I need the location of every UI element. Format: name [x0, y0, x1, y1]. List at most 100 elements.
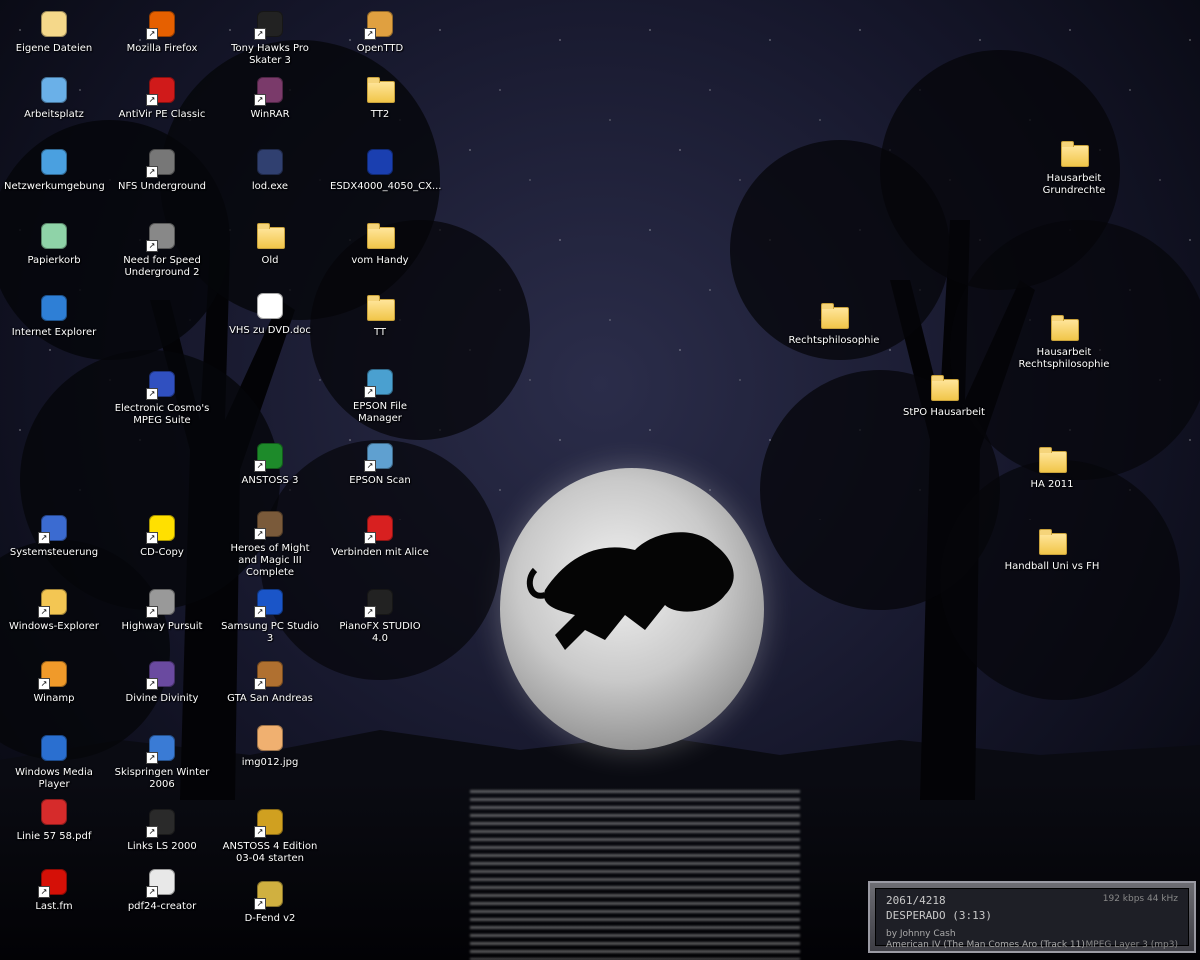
shortcut-arrow-icon: ↗ [146, 166, 158, 178]
shortcut-arrow-icon: ↗ [146, 886, 158, 898]
desktop-icon[interactable]: ↗ Tony Hawks Pro Skater 3 [220, 8, 320, 67]
divinity-icon: ↗ [146, 658, 178, 690]
desktop-icon-label: Systemsteuerung [9, 547, 99, 558]
desktop-icon[interactable]: TT [330, 292, 430, 339]
desktop-icon-label: vom Handy [351, 255, 409, 266]
desktop-icon[interactable]: ↗ Electronic Cosmo's MPEG Suite [112, 368, 212, 427]
desktop-icon[interactable]: ↗ Heroes of Might and Magic III Complete [220, 508, 320, 579]
desktop-icon[interactable]: ↗ Systemsteuerung [4, 512, 104, 559]
track-title: DESPERADO (3:13) [886, 909, 992, 922]
desktop-icon[interactable]: ↗ EPSON File Manager [330, 366, 430, 425]
desktop-icon-label: Eigene Dateien [15, 43, 93, 54]
desktop-icon-label: Mozilla Firefox [126, 43, 198, 54]
shortcut-arrow-icon: ↗ [38, 532, 50, 544]
ie-icon [38, 292, 70, 324]
desktop-icon[interactable]: Old [220, 220, 320, 267]
desktop-icon[interactable]: Handball Uni vs FH [1002, 526, 1102, 573]
dfend-icon: ↗ [254, 878, 286, 910]
desktop-icon[interactable]: vom Handy [330, 220, 430, 267]
desktop-icon-label: Arbeitsplatz [24, 109, 84, 120]
folder-icon [254, 220, 286, 252]
desktop-icon[interactable]: HA 2011 [1002, 444, 1102, 491]
desktop-icon[interactable]: ↗ Mozilla Firefox [112, 8, 212, 55]
playlist-counter: 2061/4218 [886, 894, 946, 907]
desktop-icon[interactable]: ↗ Links LS 2000 [112, 806, 212, 853]
shortcut-arrow-icon: ↗ [364, 460, 376, 472]
desktop-icon[interactable]: ↗ AntiVir PE Classic [112, 74, 212, 121]
anstoss3-icon: ↗ [254, 440, 286, 472]
shortcut-arrow-icon: ↗ [254, 898, 266, 910]
desktop-icon[interactable]: TT2 [330, 74, 430, 121]
desktop-icon-label: Verbinden mit Alice [331, 547, 429, 558]
track-artist: by Johnny Cash [886, 929, 956, 939]
desktop-icon[interactable]: ↗ Highway Pursuit [112, 586, 212, 633]
desktop-icon[interactable]: ↗ OpenTTD [330, 8, 430, 55]
desktop-icon[interactable]: ↗ CD-Copy [112, 512, 212, 559]
desktop-icon[interactable]: ↗ Verbinden mit Alice [330, 512, 430, 559]
my-computer-icon [38, 74, 70, 106]
desktop-icon-label: img012.jpg [241, 757, 299, 768]
desktop-icon-label: CD-Copy [140, 547, 184, 558]
desktop-icon[interactable]: ↗ Winamp [4, 658, 104, 705]
desktop-icon[interactable]: ↗ Last.fm [4, 866, 104, 913]
desktop-icon-label: Linie 57 58.pdf [16, 831, 92, 842]
desktop-icon[interactable]: Hausarbeit Grundrechte [1024, 138, 1124, 197]
desktop-icon-label: Hausarbeit Rechtsphilosophie [1018, 347, 1110, 370]
desktop-icon-label: D-Fend v2 [244, 913, 296, 924]
desktop-icon[interactable]: Netzwerkumgebung [4, 146, 105, 193]
desktop-icon[interactable]: VHS zu DVD.doc [220, 290, 320, 337]
shortcut-arrow-icon: ↗ [38, 606, 50, 618]
winamp-player[interactable]: 2061/4218 DESPERADO (3:13) by Johnny Cas… [868, 881, 1196, 953]
desktop-icon[interactable]: ESDX4000_4050_CX... [330, 146, 441, 193]
alice-icon: ↗ [364, 512, 396, 544]
desktop-icon[interactable]: ↗ pdf24-creator [112, 866, 212, 913]
desktop-icon-label: TT [373, 327, 387, 338]
media-player-icon [38, 732, 70, 764]
shortcut-arrow-icon: ↗ [146, 94, 158, 106]
desktop[interactable]: Eigene Dateien Arbeitsplatz Netzwerkumgebu… [0, 0, 1200, 960]
desktop-icon[interactable]: ↗ PianoFX STUDIO 4.0 [330, 586, 430, 645]
folder-icon [1036, 444, 1068, 476]
desktop-icon[interactable]: Rechtsphilosophie [784, 300, 884, 347]
desktop-icon[interactable]: ↗ Windows-Explorer [4, 586, 104, 633]
shortcut-arrow-icon: ↗ [146, 826, 158, 838]
lod-icon [254, 146, 286, 178]
desktop-icon[interactable]: Internet Explorer [4, 292, 104, 339]
control-panel-icon: ↗ [38, 512, 70, 544]
desktop-icon-label: NFS Underground [117, 181, 207, 192]
desktop-icon[interactable]: lod.exe [220, 146, 320, 193]
desktop-icon-label: TT2 [370, 109, 390, 120]
desktop-icon[interactable]: ↗ ANSTOSS 4 Edition 03-04 starten [220, 806, 320, 865]
desktop-icon[interactable]: ↗ ANSTOSS 3 [220, 440, 320, 487]
desktop-icon[interactable]: StPO Hausarbeit [894, 372, 994, 419]
desktop-icon[interactable]: ↗ NFS Underground [112, 146, 212, 193]
desktop-icon-label: Hausarbeit Grundrechte [1042, 173, 1106, 196]
shortcut-arrow-icon: ↗ [38, 886, 50, 898]
desktop-icon[interactable]: ↗ Skispringen Winter 2006 [112, 732, 212, 791]
desktop-icon[interactable]: img012.jpg [220, 722, 320, 769]
anstoss4-icon: ↗ [254, 806, 286, 838]
desktop-icon[interactable]: ↗ Samsung PC Studio 3 [220, 586, 320, 645]
desktop-icon[interactable]: Hausarbeit Rechtsphilosophie [1014, 312, 1114, 371]
image-icon [254, 722, 286, 754]
nfs2-icon: ↗ [146, 220, 178, 252]
desktop-icon[interactable]: Linie 57 58.pdf [4, 796, 104, 843]
smiley-icon: ↗ [146, 512, 178, 544]
desktop-icon[interactable]: Papierkorb [4, 220, 104, 267]
epson-scan-icon: ↗ [364, 440, 396, 472]
desktop-icon[interactable]: ↗ D-Fend v2 [220, 878, 320, 925]
desktop-icon[interactable]: ↗ WinRAR [220, 74, 320, 121]
highway-icon: ↗ [146, 586, 178, 618]
desktop-icon[interactable]: Windows Media Player [4, 732, 104, 791]
desktop-icon[interactable]: ↗ EPSON Scan [330, 440, 430, 487]
desktop-icon-label: pdf24-creator [127, 901, 197, 912]
shortcut-arrow-icon: ↗ [254, 678, 266, 690]
desktop-icon[interactable]: Arbeitsplatz [4, 74, 104, 121]
desktop-icon[interactable]: ↗ Divine Divinity [112, 658, 212, 705]
shortcut-arrow-icon: ↗ [364, 532, 376, 544]
desktop-icon[interactable]: Eigene Dateien [4, 8, 104, 55]
shortcut-arrow-icon: ↗ [254, 528, 266, 540]
desktop-icon[interactable]: ↗ GTA San Andreas [220, 658, 320, 705]
desktop-icon-label: Highway Pursuit [121, 621, 203, 632]
desktop-icon[interactable]: ↗ Need for Speed Underground 2 [112, 220, 212, 279]
